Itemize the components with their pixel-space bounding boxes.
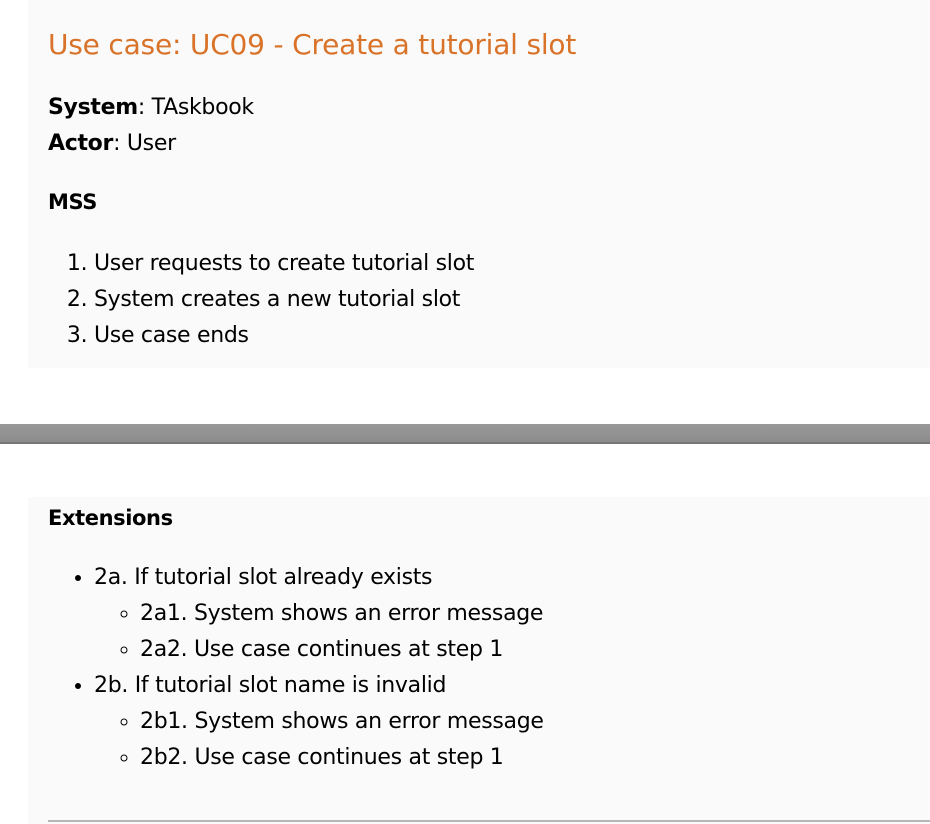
mss-step: System creates a new tutorial slot [94,282,474,318]
page-break-divider [0,424,930,444]
extension-sublist: 2b1. System shows an error message 2b2. … [94,704,544,776]
extension-item-text: 2a. If tutorial slot already exists [94,565,433,590]
extension-subitem: 2b2. Use case continues at step 1 [140,740,544,776]
extension-item: 2b. If tutorial slot name is invalid 2b1… [94,668,544,776]
actor-line: Actor: User [48,131,176,156]
extension-subitem: 2b1. System shows an error message [140,704,544,740]
use-case-title: Use case: UC09 - Create a tutorial slot [48,28,577,61]
extension-sublist: 2a1. System shows an error message 2a2. … [94,596,544,668]
extension-subitem: 2a2. Use case continues at step 1 [140,632,544,668]
extension-subitem: 2a1. System shows an error message [140,596,544,632]
extensions-list: 2a. If tutorial slot already exists 2a1.… [48,560,544,776]
extension-item-text: 2b. If tutorial slot name is invalid [94,673,447,698]
system-label: System [48,95,138,120]
extension-item: 2a. If tutorial slot already exists 2a1.… [94,560,544,668]
mss-step: User requests to create tutorial slot [94,246,474,282]
actor-value: : User [113,131,176,156]
mss-heading: MSS [48,190,98,214]
system-line: System: TAskbook [48,95,254,120]
extensions-heading: Extensions [48,506,173,530]
use-case-page: Use case: UC09 - Create a tutorial slot … [0,0,930,824]
mss-step: Use case ends [94,318,474,354]
bottom-horizontal-rule [48,820,930,822]
actor-label: Actor [48,131,114,156]
system-value: : TAskbook [137,95,254,120]
mss-steps-list: User requests to create tutorial slot Sy… [48,246,474,354]
